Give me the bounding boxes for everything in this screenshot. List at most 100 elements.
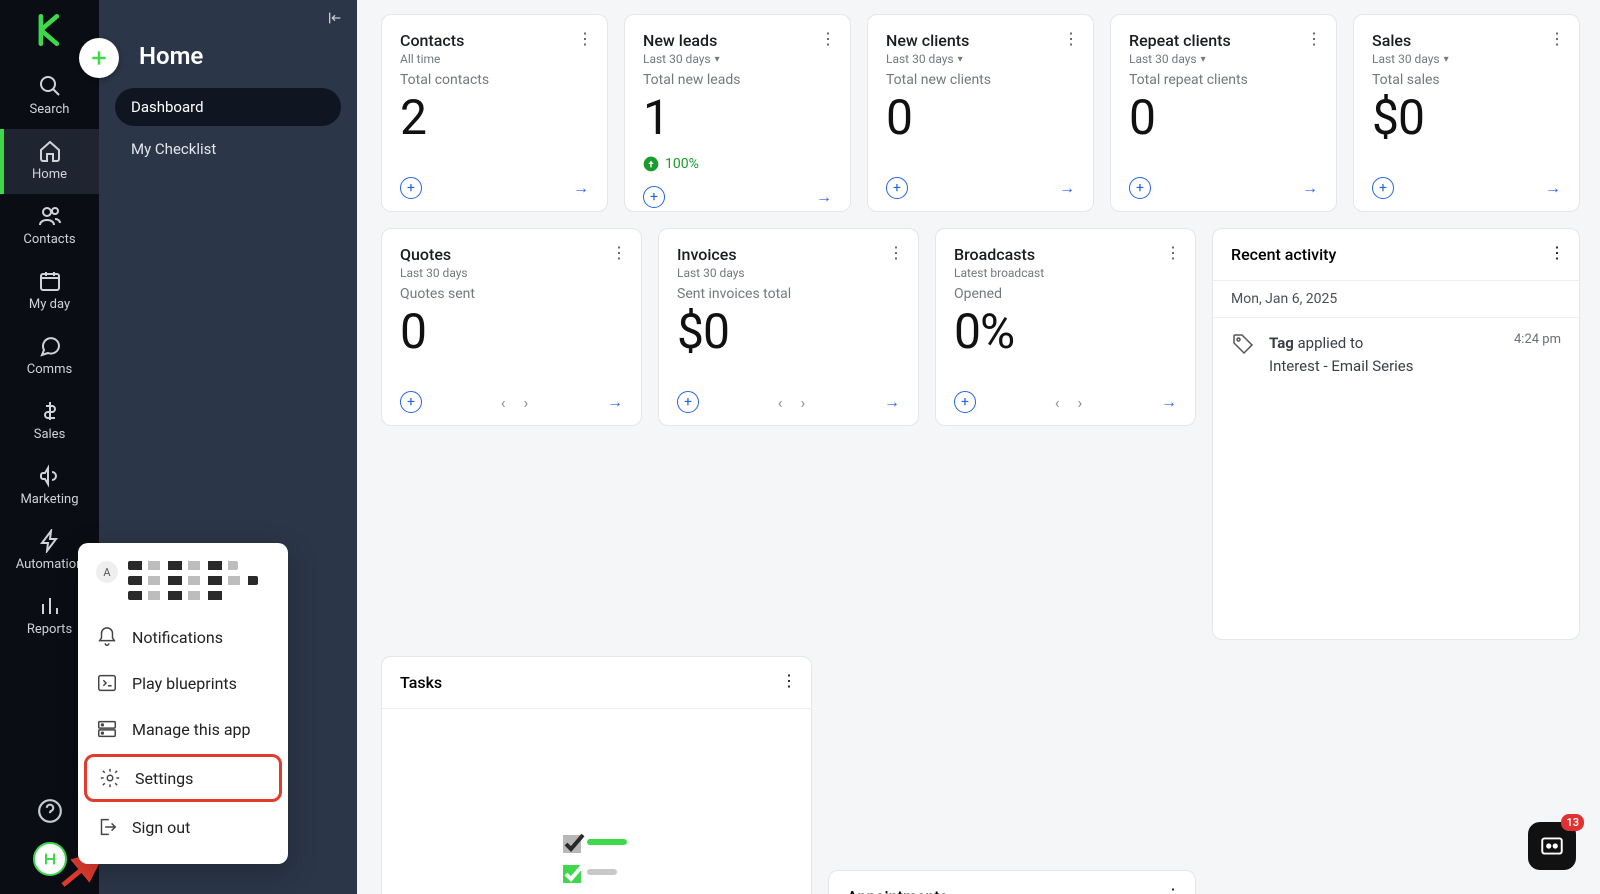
activity-date: Mon, Jan 6, 2025: [1213, 281, 1579, 318]
panel-menu-button[interactable]: ⋮: [1549, 243, 1565, 262]
card-go-button[interactable]: →: [1545, 178, 1561, 198]
menu-notifications[interactable]: Notifications: [78, 614, 288, 660]
chat-icon: [38, 334, 62, 358]
panel-menu-button[interactable]: ⋮: [781, 671, 797, 690]
card-go-button[interactable]: →: [1302, 178, 1318, 198]
card-period-dropdown[interactable]: Last 30 days▾: [643, 52, 832, 66]
menu-blueprints[interactable]: Play blueprints: [78, 660, 288, 706]
collapse-sidebar-button[interactable]: [327, 10, 343, 30]
card-value: 0%: [954, 308, 1177, 356]
card-add-button[interactable]: +: [643, 186, 665, 208]
server-icon: [96, 718, 118, 740]
card-metric-label: Total contacts: [400, 72, 589, 88]
card-add-button[interactable]: +: [400, 391, 422, 413]
card-period-dropdown[interactable]: Last 30 days▾: [1129, 52, 1318, 66]
card-add-button[interactable]: +: [1372, 177, 1394, 199]
card-add-button[interactable]: +: [1129, 177, 1151, 199]
chevron-down-icon: ▾: [715, 54, 720, 65]
card-title: Repeat clients: [1129, 31, 1318, 50]
card-period: Last 30 days: [677, 266, 900, 280]
card-invoices: ⋮ Invoices Last 30 days Sent invoices to…: [658, 228, 919, 426]
card-broadcasts: ⋮ Broadcasts Latest broadcast Opened 0% …: [935, 228, 1196, 426]
sidebar-link-dashboard[interactable]: Dashboard: [115, 88, 341, 126]
menu-signout[interactable]: Sign out: [78, 804, 288, 850]
next-button[interactable]: ›: [1078, 393, 1083, 412]
card-repeat-clients: ⋮ Repeat clients Last 30 days▾ Total rep…: [1110, 14, 1337, 212]
menu-manage-app[interactable]: Manage this app: [78, 706, 288, 752]
prev-button[interactable]: ‹: [778, 393, 783, 412]
nav-search[interactable]: Search: [0, 64, 99, 129]
nav-myday[interactable]: My day: [0, 259, 99, 324]
calendar-icon: [38, 269, 62, 293]
nav-label: Sales: [34, 427, 66, 442]
menu-settings[interactable]: Settings: [84, 754, 282, 802]
card-period-dropdown[interactable]: Last 30 days▾: [1372, 52, 1561, 66]
card-go-button[interactable]: →: [816, 187, 832, 207]
trend-up-icon: [643, 156, 659, 172]
card-value: 0: [400, 308, 623, 356]
card-contacts: ⋮ Contacts All time Total contacts 2 + →: [381, 14, 608, 212]
section-title: Home: [139, 42, 341, 70]
activity-entry[interactable]: Tag applied to Interest - Email Series 4…: [1213, 318, 1579, 391]
nav-label: Automation: [16, 557, 84, 572]
barchart-icon: [38, 594, 62, 618]
menu-item-label: Play blueprints: [132, 674, 237, 693]
plus-icon: [89, 48, 109, 68]
card-add-button[interactable]: +: [400, 177, 422, 199]
card-menu-button[interactable]: ⋮: [888, 243, 904, 262]
card-title: Quotes: [400, 245, 623, 264]
card-go-button[interactable]: →: [1059, 178, 1075, 198]
card-pager: ‹ ›: [501, 393, 529, 412]
card-value: 2: [400, 94, 589, 142]
card-trend: 100%: [643, 156, 832, 172]
help-widget-button[interactable]: 13: [1528, 822, 1576, 870]
card-menu-button[interactable]: ⋮: [820, 29, 836, 48]
card-add-button[interactable]: +: [677, 391, 699, 413]
card-add-button[interactable]: +: [954, 391, 976, 413]
nav-home[interactable]: Home: [0, 129, 99, 194]
card-new-leads: ⋮ New leads Last 30 days▾ Total new lead…: [624, 14, 851, 212]
nav-marketing[interactable]: Marketing: [0, 454, 99, 519]
card-metric-label: Opened: [954, 286, 1177, 302]
prev-button[interactable]: ‹: [501, 393, 506, 412]
next-button[interactable]: ›: [801, 393, 806, 412]
prev-button[interactable]: ‹: [1055, 393, 1060, 412]
appointments-panel: Appointments ⋮: [828, 870, 1196, 894]
help-button[interactable]: [33, 794, 67, 828]
global-add-button[interactable]: [79, 38, 119, 78]
card-menu-button[interactable]: ⋮: [1063, 29, 1079, 48]
card-value: 0: [1129, 94, 1318, 142]
card-period-dropdown[interactable]: Last 30 days▾: [886, 52, 1075, 66]
card-menu-button[interactable]: ⋮: [1306, 29, 1322, 48]
panel-menu-button[interactable]: ⋮: [1165, 885, 1181, 894]
people-icon: [38, 204, 62, 228]
card-title: Invoices: [677, 245, 900, 264]
card-menu-button[interactable]: ⋮: [577, 29, 593, 48]
card-metric-label: Sent invoices total: [677, 286, 900, 302]
card-go-button[interactable]: →: [884, 392, 900, 412]
card-period: All time: [400, 52, 589, 66]
menu-item-label: Sign out: [132, 818, 190, 837]
next-button[interactable]: ›: [524, 393, 529, 412]
card-go-button[interactable]: →: [607, 392, 623, 412]
card-value: $0: [677, 308, 900, 356]
nav-comms[interactable]: Comms: [0, 324, 99, 389]
card-value: 1: [643, 94, 832, 142]
nav-sales[interactable]: Sales: [0, 389, 99, 454]
profile-menu-user: A: [78, 557, 288, 614]
card-go-button[interactable]: →: [1161, 392, 1177, 412]
card-go-button[interactable]: →: [573, 178, 589, 198]
nav-contacts[interactable]: Contacts: [0, 194, 99, 259]
card-menu-button[interactable]: ⋮: [1549, 29, 1565, 48]
chevron-down-icon: ▾: [1444, 54, 1449, 65]
card-value: 0: [886, 94, 1075, 142]
help-badge: 13: [1561, 814, 1584, 831]
card-menu-button[interactable]: ⋮: [1165, 243, 1181, 262]
card-menu-button[interactable]: ⋮: [611, 243, 627, 262]
tasks-panel: Tasks ⋮ No tasks due. You're all caught …: [381, 656, 812, 894]
recent-activity-panel: Recent activity ⋮ Mon, Jan 6, 2025 Tag a…: [1212, 228, 1580, 640]
card-metric-label: Total new clients: [886, 72, 1075, 88]
sidebar-link-checklist[interactable]: My Checklist: [115, 130, 341, 168]
card-title: Sales: [1372, 31, 1561, 50]
card-add-button[interactable]: +: [886, 177, 908, 199]
